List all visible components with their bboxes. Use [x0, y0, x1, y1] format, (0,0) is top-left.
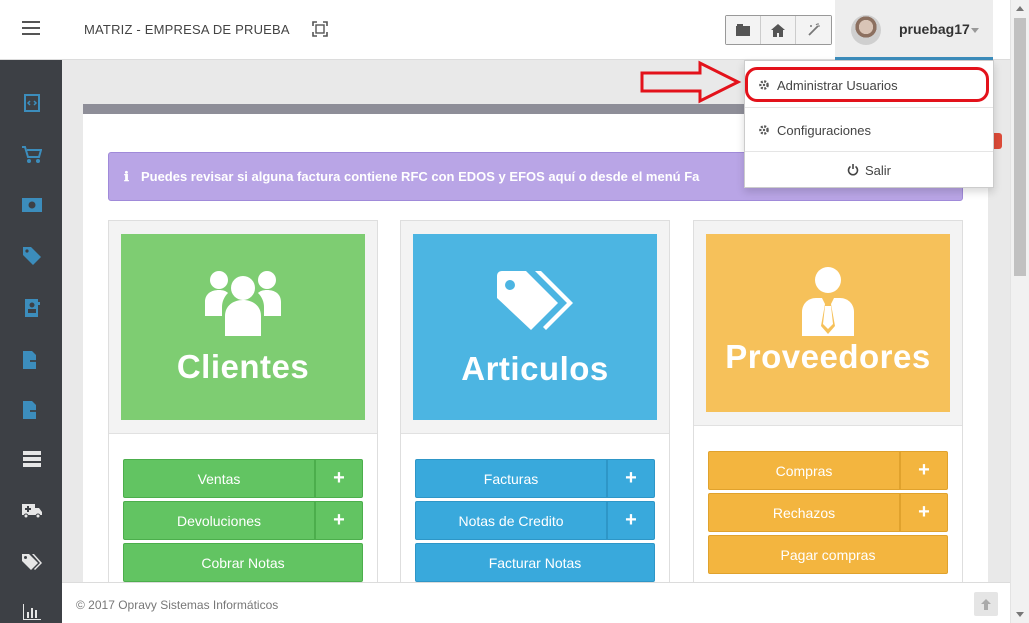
- annotation-arrow-icon: [640, 60, 742, 104]
- add-devolucion-button[interactable]: +: [315, 501, 363, 540]
- users-icon: [205, 271, 281, 336]
- compras-button-group: Compras +: [708, 451, 948, 490]
- proveedores-tile[interactable]: Proveedores: [706, 234, 950, 412]
- sidebar: [0, 60, 62, 623]
- articulos-tile[interactable]: Articulos: [413, 234, 657, 420]
- magic-wand-icon: [807, 23, 820, 36]
- menu-item-administrar-usuarios[interactable]: Administrar Usuarios: [745, 63, 993, 107]
- company-title: MATRIZ - EMPRESA DE PRUEBA: [84, 22, 290, 37]
- home-icon: [771, 23, 785, 37]
- user-tie-icon: [802, 267, 854, 336]
- facturar-notas-button[interactable]: Facturar Notas: [415, 543, 655, 582]
- info-icon: ℹ: [124, 169, 129, 184]
- add-nota-credito-button[interactable]: +: [607, 501, 655, 540]
- sidebar-item-tags[interactable]: [21, 552, 43, 574]
- sidebar-item-export-file[interactable]: [21, 349, 43, 371]
- toolbar-folder-button[interactable]: [726, 16, 761, 44]
- card-clientes: Clientes Ventas + Devoluciones + Cobrar …: [108, 220, 378, 584]
- sidebar-item-reports[interactable]: [21, 601, 43, 623]
- clientes-tile[interactable]: Clientes: [121, 234, 365, 420]
- card-header: Proveedores: [694, 221, 962, 426]
- file-export-icon: [23, 351, 41, 369]
- card-title: Proveedores: [725, 338, 931, 375]
- sidebar-item-code[interactable]: [21, 92, 43, 114]
- toolbar-home-button[interactable]: [761, 16, 796, 44]
- sidebar-item-money[interactable]: [21, 194, 43, 216]
- ventas-button[interactable]: Ventas: [123, 459, 315, 498]
- scroll-up-arrow-icon[interactable]: [1016, 6, 1024, 11]
- add-rechazo-button[interactable]: +: [900, 493, 948, 532]
- page-scrollbar[interactable]: [1010, 0, 1029, 623]
- card-title: Clientes: [176, 348, 310, 385]
- rechazos-button-group: Rechazos +: [708, 493, 948, 532]
- sidebar-item-export-file-2[interactable]: [21, 399, 43, 421]
- add-venta-button[interactable]: +: [315, 459, 363, 498]
- alert-message: Puedes revisar si alguna factura contien…: [140, 169, 700, 184]
- card-header: Clientes: [109, 221, 377, 434]
- menu-toggle-icon[interactable]: [22, 21, 40, 35]
- menu-item-label: Administrar Usuarios: [777, 77, 898, 93]
- scroll-down-arrow-icon[interactable]: [1016, 612, 1024, 617]
- avatar: [851, 15, 881, 45]
- ambulance-icon: [22, 504, 42, 519]
- logout-label: Salir: [864, 162, 891, 178]
- scroll-to-top-button[interactable]: [974, 592, 998, 616]
- file-code-icon: [24, 94, 40, 112]
- menu-item-configuraciones[interactable]: Configuraciones: [745, 108, 993, 152]
- bar-chart-icon: [23, 604, 41, 620]
- tags-icon: [497, 271, 573, 330]
- chevron-down-icon: [971, 28, 979, 33]
- username: pruebag17: [899, 21, 970, 37]
- power-icon: [847, 164, 859, 176]
- sidebar-item-server[interactable]: [21, 448, 43, 470]
- ventas-button-group: Ventas +: [123, 459, 363, 498]
- rechazos-button[interactable]: Rechazos: [708, 493, 900, 532]
- user-menu-toggle[interactable]: pruebag17: [835, 0, 993, 60]
- gear-icon: [759, 125, 769, 135]
- copyright-text: © 2017 Opravy Sistemas Informáticos: [76, 598, 279, 612]
- tag-icon: [23, 247, 41, 265]
- address-book-icon: [25, 299, 40, 317]
- arrow-up-icon: [981, 598, 991, 610]
- menu-item-label: Configuraciones: [777, 122, 871, 138]
- footer: © 2017 Opravy Sistemas Informáticos: [62, 582, 1010, 623]
- add-compra-button[interactable]: +: [900, 451, 948, 490]
- notas-credito-button-group: Notas de Credito +: [415, 501, 655, 540]
- sidebar-item-cart[interactable]: [21, 144, 43, 166]
- user-dropdown-menu: Administrar Usuarios Configuraciones Sal…: [744, 60, 994, 188]
- tags-icon: [22, 554, 42, 570]
- card-header: Articulos: [401, 221, 669, 434]
- devoluciones-button[interactable]: Devoluciones: [123, 501, 315, 540]
- server-icon: [23, 451, 41, 467]
- scrollbar-thumb[interactable]: [1014, 18, 1026, 276]
- add-factura-button[interactable]: +: [607, 459, 655, 498]
- sidebar-item-ambulance[interactable]: [21, 500, 43, 522]
- shopping-cart-icon: [22, 146, 42, 163]
- facturas-button-group: Facturas +: [415, 459, 655, 498]
- pagar-compras-button[interactable]: Pagar compras: [708, 535, 948, 574]
- file-export-icon: [23, 401, 41, 419]
- money-icon: [22, 198, 42, 212]
- logout-button[interactable]: Salir: [745, 152, 993, 188]
- card-title: Articulos: [461, 350, 609, 387]
- sidebar-item-contacts[interactable]: [21, 297, 43, 319]
- sidebar-item-tag[interactable]: [21, 245, 43, 267]
- notas-credito-button[interactable]: Notas de Credito: [415, 501, 607, 540]
- devoluciones-button-group: Devoluciones +: [123, 501, 363, 540]
- top-navbar: MATRIZ - EMPRESA DE PRUEBA pruebag17: [0, 0, 1029, 60]
- card-proveedores: Proveedores Compras + Rechazos + Pagar c…: [693, 220, 963, 584]
- header-toolbar: [725, 15, 832, 45]
- cobrar-notas-button[interactable]: Cobrar Notas: [123, 543, 363, 582]
- toolbar-magic-button[interactable]: [796, 16, 831, 44]
- gear-icon: [759, 80, 769, 90]
- card-articulos: Articulos Facturas + Notas de Credito + …: [400, 220, 670, 584]
- facturas-button[interactable]: Facturas: [415, 459, 607, 498]
- fullscreen-icon[interactable]: [312, 21, 328, 37]
- folder-icon: [736, 24, 750, 36]
- compras-button[interactable]: Compras: [708, 451, 900, 490]
